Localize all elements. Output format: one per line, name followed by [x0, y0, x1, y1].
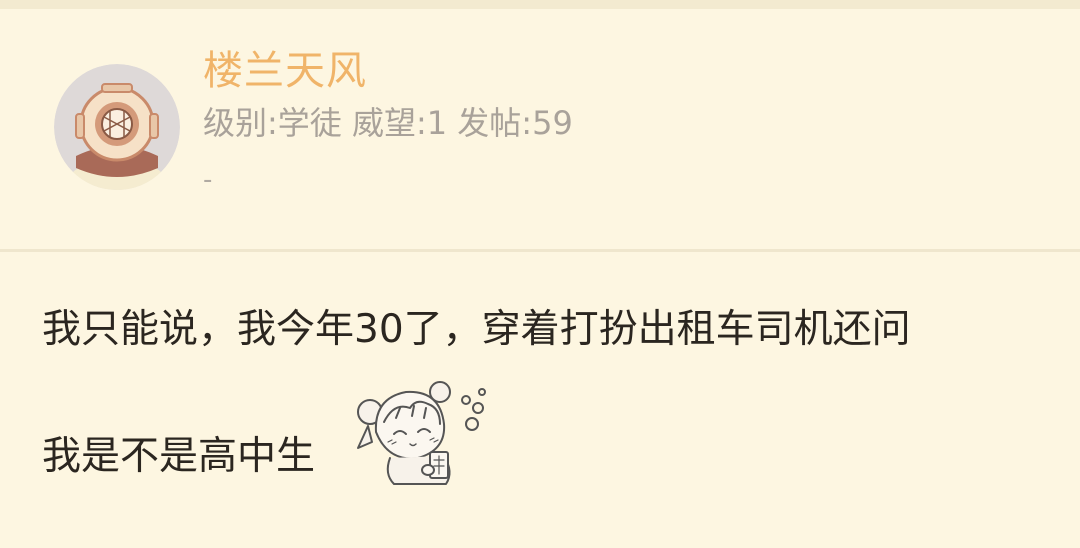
user-stats: 级别:学徒 威望:1 发帖:59: [203, 103, 573, 143]
user-prestige: 威望:1: [351, 104, 448, 142]
post-text-line-1: 我只能说，我今年30了，穿着打扮出租车司机还问: [42, 307, 911, 352]
user-post-count: 发帖:59: [457, 104, 573, 142]
avatar[interactable]: [54, 64, 180, 190]
username[interactable]: 楼兰天风: [203, 47, 367, 95]
post-text-line-2: 我是不是高中生: [42, 434, 316, 479]
chibi-girl-sticker-icon: [354, 378, 490, 488]
user-header: 楼兰天风 级别:学徒 威望:1 发帖:59 -: [0, 9, 1080, 249]
diving-helmet-icon: [54, 64, 180, 190]
user-signature: -: [203, 165, 213, 195]
user-level: 级别:学徒: [203, 104, 342, 142]
header-divider: [0, 249, 1080, 252]
top-divider: [0, 0, 1080, 9]
